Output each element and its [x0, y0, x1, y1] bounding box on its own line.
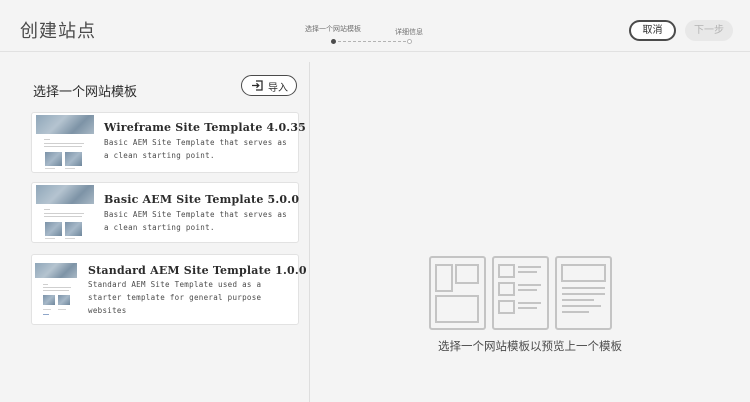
template-card-title: Standard AEM Site Template 1.0.0: [88, 264, 307, 277]
step-connector: [338, 41, 406, 42]
description-line: starter template for general purpose: [88, 293, 262, 302]
template-list-panel: 选择一个网站模板 导入 Wireframe Site Template 4.0.…: [0, 62, 310, 402]
step-2-label: 详细信息: [395, 28, 423, 36]
template-thumbnail: [36, 185, 94, 241]
import-button-label: 导入: [268, 83, 288, 94]
preview-placeholder-text: 选择一个网站模板以预览上一个模板: [438, 339, 622, 353]
import-button[interactable]: 导入: [241, 75, 297, 96]
step-2-indicator: [407, 39, 412, 44]
template-card-basic[interactable]: Basic AEM Site Template 5.0.0 Basic AEM …: [31, 182, 299, 243]
template-layout-icon: [429, 256, 612, 330]
step-1-indicator: [331, 39, 336, 44]
description-line: websites: [88, 306, 127, 315]
template-card-description: Basic AEM Site Template that serves as a…: [104, 136, 287, 162]
template-card-description: Standard AEM Site Template used as a sta…: [88, 278, 261, 317]
next-button[interactable]: 下一步: [685, 20, 733, 41]
header-bar: 创建站点 选择一个网站模板 详细信息 取消 下一步: [0, 0, 750, 52]
wizard-steps: 选择一个网站模板 详细信息: [300, 24, 440, 48]
description-line: Basic AEM Site Template that serves as: [104, 138, 287, 147]
template-card-title: Wireframe Site Template 4.0.35: [104, 121, 307, 134]
template-thumbnail: [36, 115, 94, 171]
description-line: Standard AEM Site Template used as a: [88, 280, 262, 289]
template-list-title: 选择一个网站模板: [33, 85, 138, 100]
template-card-title: Basic AEM Site Template 5.0.0: [104, 193, 300, 206]
description-line: a clean starting point.: [104, 223, 215, 232]
template-card-standard[interactable]: Standard AEM Site Template 1.0.0 Standar…: [31, 254, 307, 325]
template-card-wireframe[interactable]: Wireframe Site Template 4.0.35 Basic AEM…: [31, 112, 306, 173]
page-title: 创建站点: [20, 21, 96, 42]
description-line: Basic AEM Site Template that serves as: [104, 210, 287, 219]
import-icon: [252, 80, 263, 91]
template-preview-panel: 选择一个网站模板以预览上一个模板: [310, 62, 750, 402]
step-1-label: 选择一个网站模板: [305, 25, 361, 33]
description-line: a clean starting point.: [104, 151, 215, 160]
cancel-button[interactable]: 取消: [629, 20, 676, 41]
template-card-description: Basic AEM Site Template that serves as a…: [104, 208, 287, 234]
template-thumbnail: [35, 263, 79, 321]
